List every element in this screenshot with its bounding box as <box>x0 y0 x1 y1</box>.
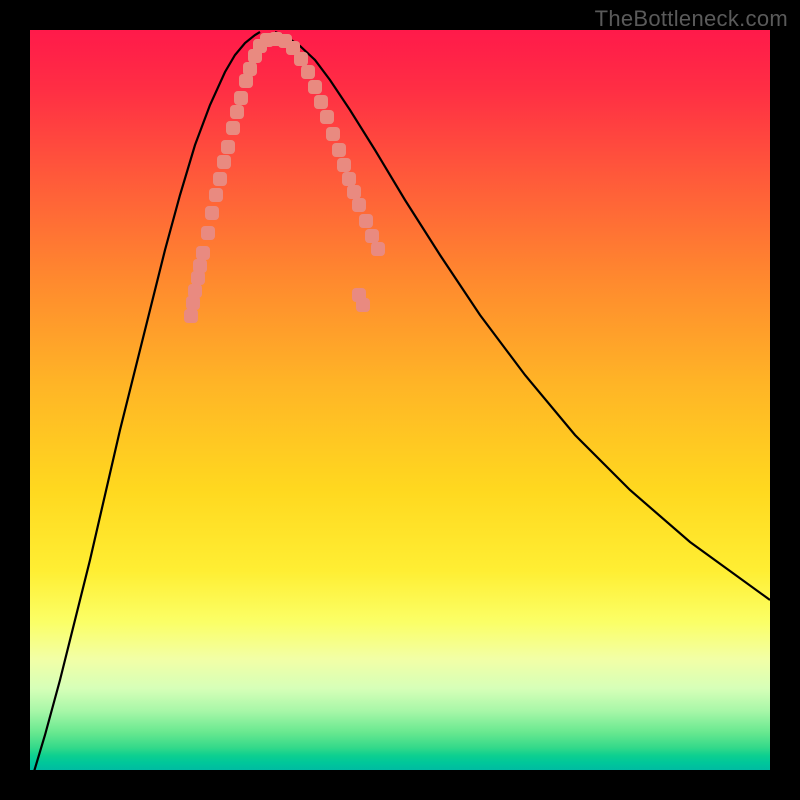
data-point <box>186 296 200 310</box>
data-points-group <box>184 32 385 323</box>
data-point <box>356 298 370 312</box>
data-point <box>342 172 356 186</box>
data-point <box>294 52 308 66</box>
data-point <box>184 309 198 323</box>
data-point <box>337 158 351 172</box>
data-point <box>209 188 223 202</box>
data-point <box>359 214 373 228</box>
data-point <box>347 185 361 199</box>
data-point <box>320 110 334 124</box>
watermark-text: TheBottleneck.com <box>595 6 788 32</box>
data-point <box>196 246 210 260</box>
right-curve <box>275 32 770 600</box>
data-point <box>226 121 240 135</box>
data-point <box>191 271 205 285</box>
data-point <box>201 226 215 240</box>
plot-area <box>30 30 770 770</box>
data-point <box>230 105 244 119</box>
data-point <box>239 74 253 88</box>
data-point <box>301 65 315 79</box>
curves-svg <box>30 30 770 770</box>
data-point <box>326 127 340 141</box>
data-point <box>314 95 328 109</box>
chart-frame: TheBottleneck.com <box>0 0 800 800</box>
data-point <box>234 91 248 105</box>
data-point <box>193 259 207 273</box>
data-point <box>217 155 231 169</box>
data-point <box>221 140 235 154</box>
data-point <box>352 198 366 212</box>
data-point <box>365 229 379 243</box>
data-point <box>213 172 227 186</box>
data-point <box>243 62 257 76</box>
data-point <box>308 80 322 94</box>
data-point <box>188 284 202 298</box>
data-point <box>371 242 385 256</box>
data-point <box>205 206 219 220</box>
data-point <box>332 143 346 157</box>
